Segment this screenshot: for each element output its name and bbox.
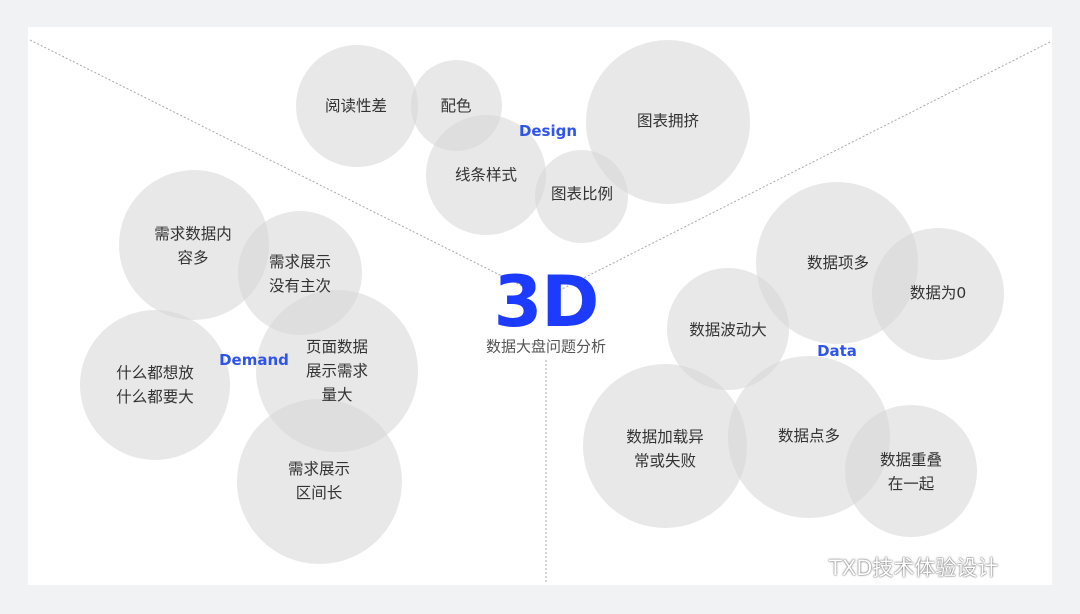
label-crowded: 图表拥挤 xyxy=(636,112,700,130)
label-many-points: 数据点多 xyxy=(777,427,841,445)
label-many-items: 数据项多 xyxy=(806,254,870,272)
label-overlap: 数据重叠 在一起 xyxy=(879,451,943,493)
group-label-data: Data xyxy=(817,342,857,360)
center-subtitle: 数据大盘问题分析 xyxy=(485,337,607,356)
watermark: TXD技术体验设计 xyxy=(787,552,998,582)
label-color: 配色 xyxy=(440,97,472,115)
label-everything: 什么都想放 什么都要大 xyxy=(116,364,194,406)
label-volume: 页面数据 展示需求 量大 xyxy=(305,338,369,404)
label-ratio: 图表比例 xyxy=(550,185,614,203)
diagram-page: 阅读性差 配色 线条样式 图表拥挤 图表比例 需求数据内 容多 需求展示 没有主… xyxy=(0,0,1080,614)
label-range: 需求展示 区间长 xyxy=(287,460,351,502)
center-title: 3D xyxy=(493,261,600,343)
group-label-design: Design xyxy=(518,122,578,140)
label-content: 需求数据内 容多 xyxy=(154,225,232,267)
label-load-fail: 数据加载异 常或失败 xyxy=(626,428,704,470)
label-priority: 需求展示 没有主次 xyxy=(268,253,332,295)
label-reading: 阅读性差 xyxy=(324,97,388,115)
group-label-demand: Demand xyxy=(219,351,289,369)
label-fluctuation: 数据波动大 xyxy=(689,321,767,339)
label-zero: 数据为0 xyxy=(909,284,967,302)
watermark-text: TXD技术体验设计 xyxy=(829,556,999,580)
label-line-style: 线条样式 xyxy=(454,166,518,184)
wechat-icon xyxy=(788,553,822,579)
